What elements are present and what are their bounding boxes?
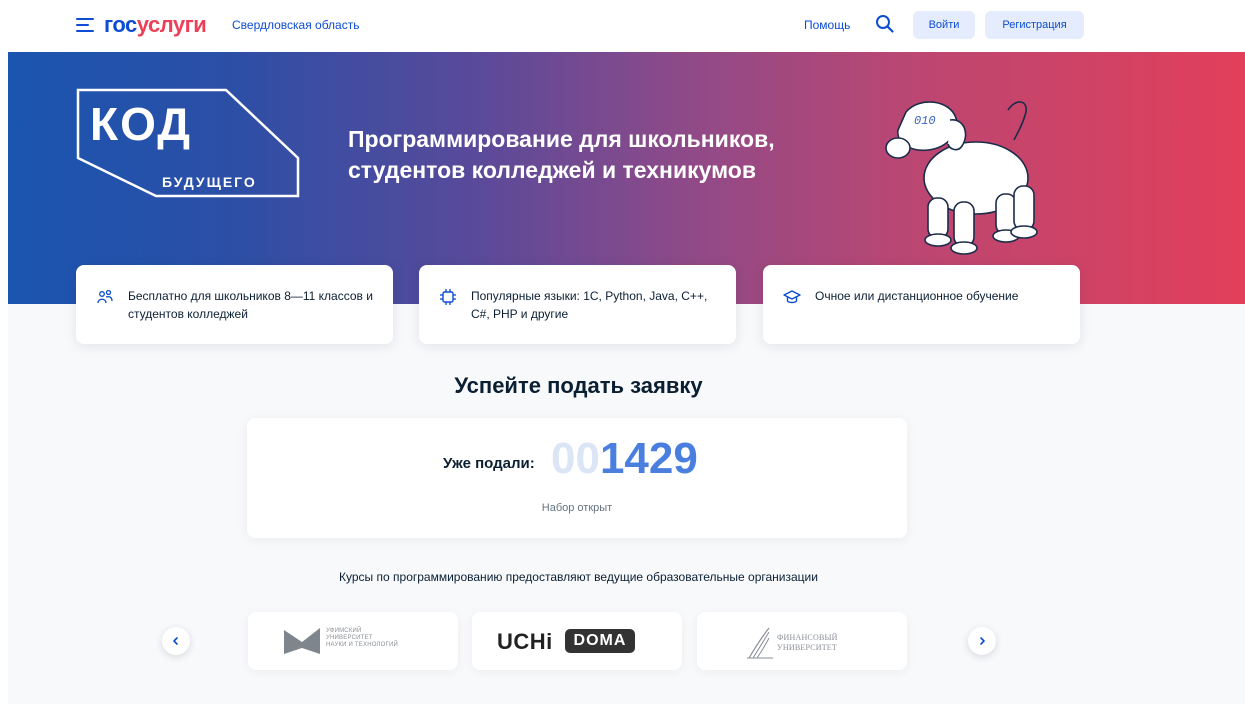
partner-name-line1: УФИМСКИЙ [326,628,362,634]
kod-budushchego-logo: КОД БУДУЩЕГО [76,88,300,198]
feature-text: Бесплатно для школьников 8—11 классов и … [128,289,373,321]
menu-icon[interactable] [76,17,94,33]
enrollment-status: Набор открыт [541,502,613,514]
banner-title: Программирование для школьников, студент… [348,126,775,183]
courses-providers-text: Курсы по программированию предоставляют … [339,570,818,584]
partner-name-line2: УНИВЕРСИТЕТ [326,635,373,641]
partner-name-line2: УНИВЕРСИТЕТ [777,643,837,652]
feature-text: Популярные языки: 1С, Python, Java, C++,… [471,289,708,321]
feature-text: Очное или дистанционное обучение [815,289,1019,303]
logo-part-uslugi: услуги [136,12,207,37]
login-button[interactable]: Войти [913,11,975,39]
partner-name-line3: НАУКИ И ТЕХНОЛОГИЙ [326,642,399,648]
logo-budushchego-text: БУДУЩЕГО [162,174,257,190]
region-selector[interactable]: Свердловская область [232,18,359,32]
uchi-brand-text: UCHi [497,629,553,654]
logo-kod-text: КОД [90,98,192,150]
feature-card-languages: Популярные языки: 1С, Python, Java, C++,… [419,265,736,344]
doma-badge: DOMA [565,629,635,653]
header: госуслуги Свердловская область Помощь Во… [0,0,1245,52]
counter-leading-zeros: 00 [551,434,600,483]
people-icon [97,289,113,304]
robot-dog-illustration: 010 [885,101,1038,255]
chevron-left-icon [173,637,178,645]
logo-part-gos: гос [104,12,137,37]
apply-title: Успейте подать заявку [454,373,703,398]
dog-code-label: 010 [914,114,936,128]
partner-name-line1: ФИНАНСОВЫЙ [777,633,838,642]
counter-value: 1429 [599,434,698,483]
help-link[interactable]: Помощь [804,18,850,32]
search-icon[interactable] [874,13,896,35]
partner-uchi-doma[interactable]: UCHi DOMA [472,612,682,670]
register-button[interactable]: Регистрация [985,11,1084,39]
application-counter: 001429 [551,434,698,484]
gosuslugi-logo[interactable]: госуслуги [104,11,207,39]
chevron-right-icon [980,637,985,645]
chip-icon [440,289,456,305]
carousel-next-button[interactable] [968,627,996,655]
application-counter-card: Уже подали: 001429 Набор открыт [247,418,907,538]
feature-card-format: Очное или дистанционное обучение [763,265,1080,344]
ufa-university-logo-icon [284,628,320,654]
feature-card-free: Бесплатно для школьников 8—11 классов и … [76,265,393,344]
financial-university-logo-icon [747,627,773,659]
partner-ufa-university[interactable]: УФИМСКИЙ УНИВЕРСИТЕТ НАУКИ И ТЕХНОЛОГИЙ [248,612,458,670]
carousel-prev-button[interactable] [162,627,190,655]
graduation-cap-icon [783,290,801,304]
counter-label: Уже подали: [443,455,535,472]
partner-financial-university[interactable]: ФИНАНСОВЫЙ УНИВЕРСИТЕТ [697,612,907,670]
